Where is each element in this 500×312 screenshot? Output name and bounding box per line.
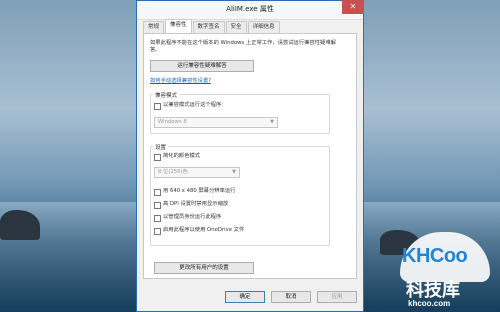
rock-left <box>0 210 40 240</box>
tab-compatibility[interactable]: 兼容性 <box>165 19 192 33</box>
run-640-checkbox[interactable] <box>154 189 161 196</box>
settings-group: 设置 简化的颜色模式 8 位(256)色 ▼ 用 640 x 480 屏幕分辨率… <box>150 143 330 246</box>
run-640-label: 用 640 x 480 屏幕分辨率运行 <box>163 188 236 194</box>
compat-mode-group: 兼容模式 以兼容模式运行这个程序: Windows 8 ▼ <box>150 91 330 134</box>
chevron-down-icon: ▼ <box>270 119 274 125</box>
ok-button[interactable]: 确定 <box>225 291 265 303</box>
close-button[interactable]: ✕ <box>342 0 364 14</box>
logo-site: khcoo.com <box>408 299 451 308</box>
run-admin-checkbox[interactable] <box>154 215 161 222</box>
tab-general[interactable]: 常规 <box>143 21 165 33</box>
color-depth-value: 8 位(256)色 <box>158 169 188 175</box>
reduced-color-label: 简化的颜色模式 <box>163 153 201 159</box>
onedrive-label: 启用此程序以使用 OneDrive 文件 <box>163 227 245 233</box>
run-troubleshooter-button[interactable]: 运行兼容性疑难解答 <box>150 60 254 72</box>
onedrive-checkbox[interactable] <box>154 228 161 235</box>
compatibility-panel: 如果此程序不能在这个版本的 Windows 上正常工作，请尝试运行兼容性疑难解答… <box>143 33 357 279</box>
tab-digital-signature[interactable]: 数字签名 <box>192 21 225 33</box>
change-all-users-button[interactable]: 更改所有用户的设置 <box>154 262 254 274</box>
os-version-select[interactable]: Windows 8 ▼ <box>154 117 278 128</box>
color-depth-select[interactable]: 8 位(256)色 ▼ <box>154 167 240 178</box>
compat-mode-label: 以兼容模式运行这个程序: <box>163 102 224 108</box>
compat-mode-checkbox[interactable] <box>154 103 161 110</box>
tab-strip: 常规 兼容性 数字签名 安全 详细信息 <box>143 19 281 33</box>
window-title: AliIM.exe 属性 <box>226 5 274 13</box>
run-admin-label: 以管理员身份运行此程序 <box>163 214 222 220</box>
os-version-value: Windows 8 <box>158 119 187 125</box>
properties-dialog: AliIM.exe 属性 ✕ 常规 兼容性 数字签名 安全 详细信息 如果此程序… <box>136 0 364 312</box>
chevron-down-icon: ▼ <box>232 169 236 175</box>
cancel-button[interactable]: 取消 <box>271 291 311 303</box>
tab-security[interactable]: 安全 <box>225 21 247 33</box>
logo-brand: KHCoo <box>402 245 468 267</box>
manual-settings-link[interactable]: 如何手动选择兼容性设置? <box>150 78 211 85</box>
reduced-color-checkbox[interactable] <box>154 154 161 161</box>
apply-button[interactable]: 应用 <box>317 291 357 303</box>
khcoo-watermark: KHCoo 科技库 khcoo.com <box>390 232 500 312</box>
compat-mode-title: 兼容模式 <box>153 91 180 99</box>
tab-details[interactable]: 详细信息 <box>247 21 280 33</box>
disable-dpi-checkbox[interactable] <box>154 202 161 209</box>
disable-dpi-label: 高 DPI 设置时禁用显示缩放 <box>163 201 229 207</box>
settings-title: 设置 <box>153 143 169 151</box>
intro-text: 如果此程序不能在这个版本的 Windows 上正常工作，请尝试运行兼容性疑难解答… <box>150 40 336 53</box>
title-bar: AliIM.exe 属性 ✕ <box>137 0 364 20</box>
